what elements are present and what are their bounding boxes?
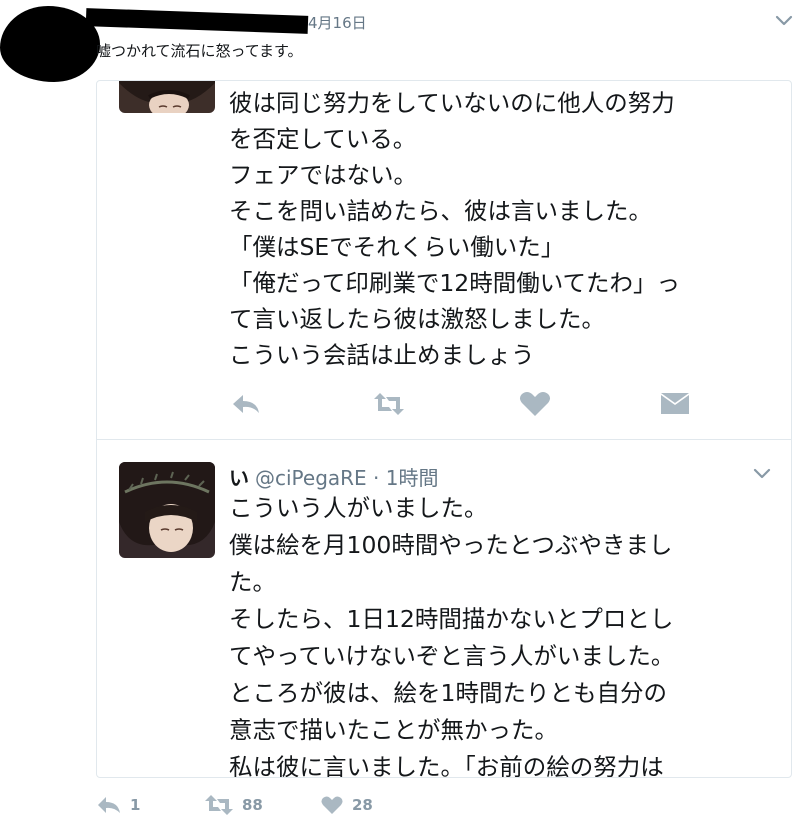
retweet-action[interactable]: 88 (204, 794, 263, 816)
retweet-icon[interactable] (371, 389, 407, 419)
heart-icon[interactable] (517, 389, 553, 419)
retweet-icon (205, 795, 233, 815)
retweet-count: 88 (242, 796, 263, 814)
reply-count: 1 (130, 796, 141, 814)
redaction-mark (0, 6, 100, 82)
reply-action[interactable]: 1 (96, 794, 140, 816)
quoted-reply[interactable]: 彼は同じ努力をしていないのに他人の努力 を否定している。 フェアではない。 そこ… (97, 81, 791, 437)
tweet-text: 嘘つかれて流石に怒ってます。 (96, 42, 303, 60)
direct-message-icon[interactable] (657, 389, 693, 419)
tweet-date[interactable]: 4月16日 (308, 12, 367, 33)
chevron-down-icon[interactable] (774, 12, 794, 30)
chevron-down-icon[interactable] (751, 464, 773, 484)
like-count: 28 (352, 796, 373, 814)
avatar[interactable] (119, 80, 215, 113)
reply-text: こういう人がいました。 僕は絵を月100時間やったとつぶやきまし た。 そしたら… (229, 494, 675, 778)
author-handle[interactable]: @ciPegaRE · 1時間 (255, 466, 439, 490)
quoted-thread-card[interactable]: 彼は同じ努力をしていないのに他人の努力 を否定している。 フェアではない。 そこ… (96, 80, 792, 778)
like-action[interactable]: 28 (320, 794, 373, 816)
reply-header: い @ciPegaRE · 1時間 (229, 462, 439, 491)
quoted-reply[interactable]: い @ciPegaRE · 1時間 こういう人がいました。 僕は絵を月100時間や… (97, 440, 791, 778)
reply-text: 彼は同じ努力をしていないのに他人の努力 を否定している。 フェアではない。 そこ… (229, 89, 681, 369)
heart-icon (321, 796, 343, 814)
redaction-bar (85, 8, 309, 34)
tweet-actions: 1 88 28 (96, 794, 516, 822)
tweet-actions (229, 389, 729, 423)
author-name[interactable]: い (229, 466, 249, 490)
avatar[interactable] (119, 462, 215, 558)
reply-icon (98, 797, 120, 813)
reply-icon[interactable] (229, 389, 265, 419)
